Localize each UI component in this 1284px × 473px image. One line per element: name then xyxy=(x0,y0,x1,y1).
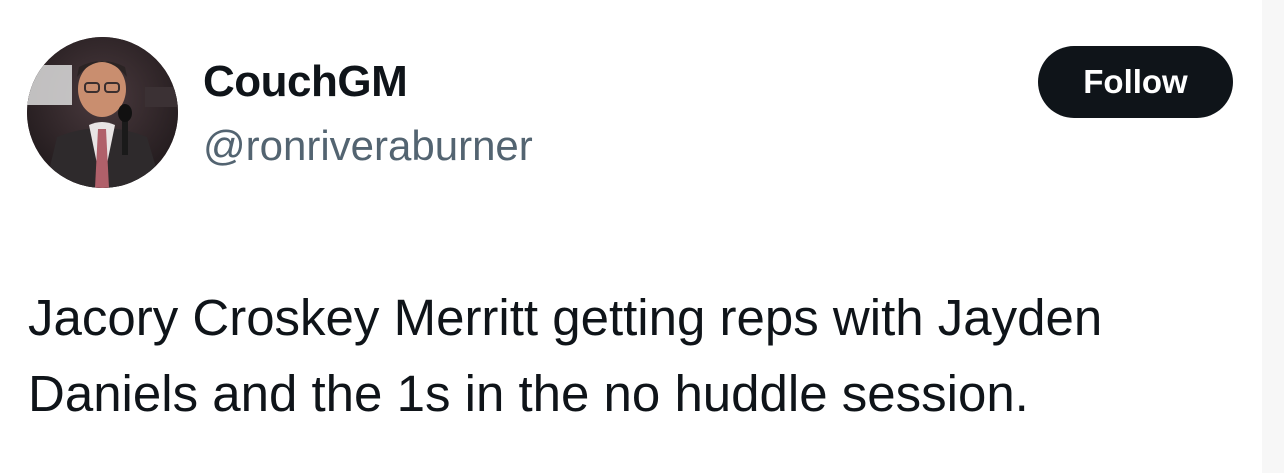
user-handle[interactable]: @ronriveraburner xyxy=(203,120,533,172)
tweet-text: Jacory Croskey Merritt getting reps with… xyxy=(28,289,1103,422)
display-name[interactable]: CouchGM xyxy=(203,56,408,108)
avatar[interactable] xyxy=(27,37,178,188)
avatar-photo-icon xyxy=(27,37,178,188)
scrollbar-track xyxy=(1262,0,1284,473)
tweet-card: CouchGM @ronriveraburner Follow Jacory C… xyxy=(0,0,1284,473)
follow-button[interactable]: Follow xyxy=(1038,46,1233,118)
